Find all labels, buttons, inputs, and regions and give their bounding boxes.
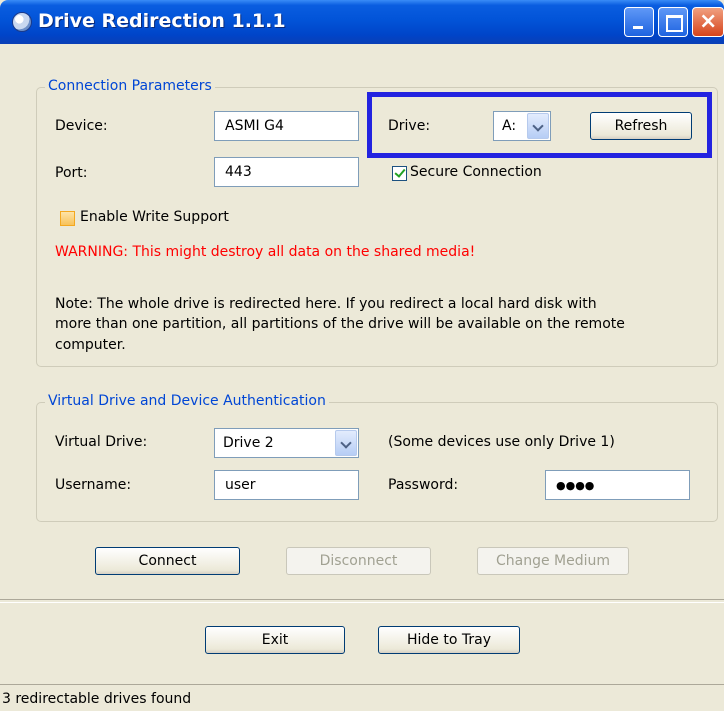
maximize-icon[interactable]	[658, 7, 688, 37]
chevron-down-icon[interactable]	[335, 430, 357, 456]
virtual-drive-label: Virtual Drive:	[55, 434, 148, 450]
virtual-drive-hint: (Some devices use only Drive 1)	[388, 434, 615, 450]
disconnect-button[interactable]: Disconnect	[286, 547, 431, 575]
hide-to-tray-button[interactable]: Hide to Tray	[378, 626, 520, 654]
password-label: Password:	[388, 477, 459, 493]
virtual-drive-legend: Virtual Drive and Device Authentication	[45, 393, 329, 409]
port-field[interactable]: 443	[214, 157, 359, 187]
change-medium-button[interactable]: Change Medium	[477, 547, 629, 575]
connection-parameters-legend: Connection Parameters	[45, 78, 215, 94]
secure-connection-checkbox[interactable]	[392, 166, 407, 181]
separator	[0, 599, 724, 603]
username-label: Username:	[55, 477, 132, 493]
password-field[interactable]: ●●●●	[545, 470, 690, 500]
note-line-2: more than one partition, all partitions …	[55, 316, 625, 332]
minimize-icon[interactable]	[624, 7, 654, 37]
virtual-drive-select-value: Drive 2	[223, 435, 274, 451]
warning-text: WARNING: This might destroy all data on …	[55, 244, 476, 260]
virtual-drive-select[interactable]: Drive 2	[214, 428, 359, 458]
enable-write-support-checkbox[interactable]	[60, 211, 75, 226]
app-icon	[12, 12, 32, 32]
drive-highlight-box	[367, 92, 712, 158]
secure-connection-label[interactable]: Secure Connection	[410, 164, 542, 180]
note-line-3: computer.	[55, 337, 126, 353]
close-icon[interactable]: ×	[692, 7, 724, 37]
window-title: Drive Redirection 1.1.1	[38, 10, 286, 32]
virtual-drive-group: Virtual Drive and Device Authentication	[36, 393, 718, 522]
connect-button[interactable]: Connect	[95, 547, 240, 575]
status-bar: 3 redirectable drives found	[0, 684, 724, 711]
status-text: 3 redirectable drives found	[2, 691, 192, 707]
port-label: Port:	[55, 165, 88, 181]
username-field[interactable]: user	[214, 470, 359, 500]
note-line-1: Note: The whole drive is redirected here…	[55, 296, 597, 312]
drive-redirection-window: Drive Redirection 1.1.1 × Connection Par…	[0, 0, 724, 711]
exit-button[interactable]: Exit	[205, 626, 345, 654]
device-field[interactable]: ASMI G4	[214, 111, 359, 141]
title-bar[interactable]: Drive Redirection 1.1.1 ×	[0, 0, 724, 44]
device-label: Device:	[55, 118, 108, 134]
enable-write-support-label[interactable]: Enable Write Support	[80, 209, 229, 225]
